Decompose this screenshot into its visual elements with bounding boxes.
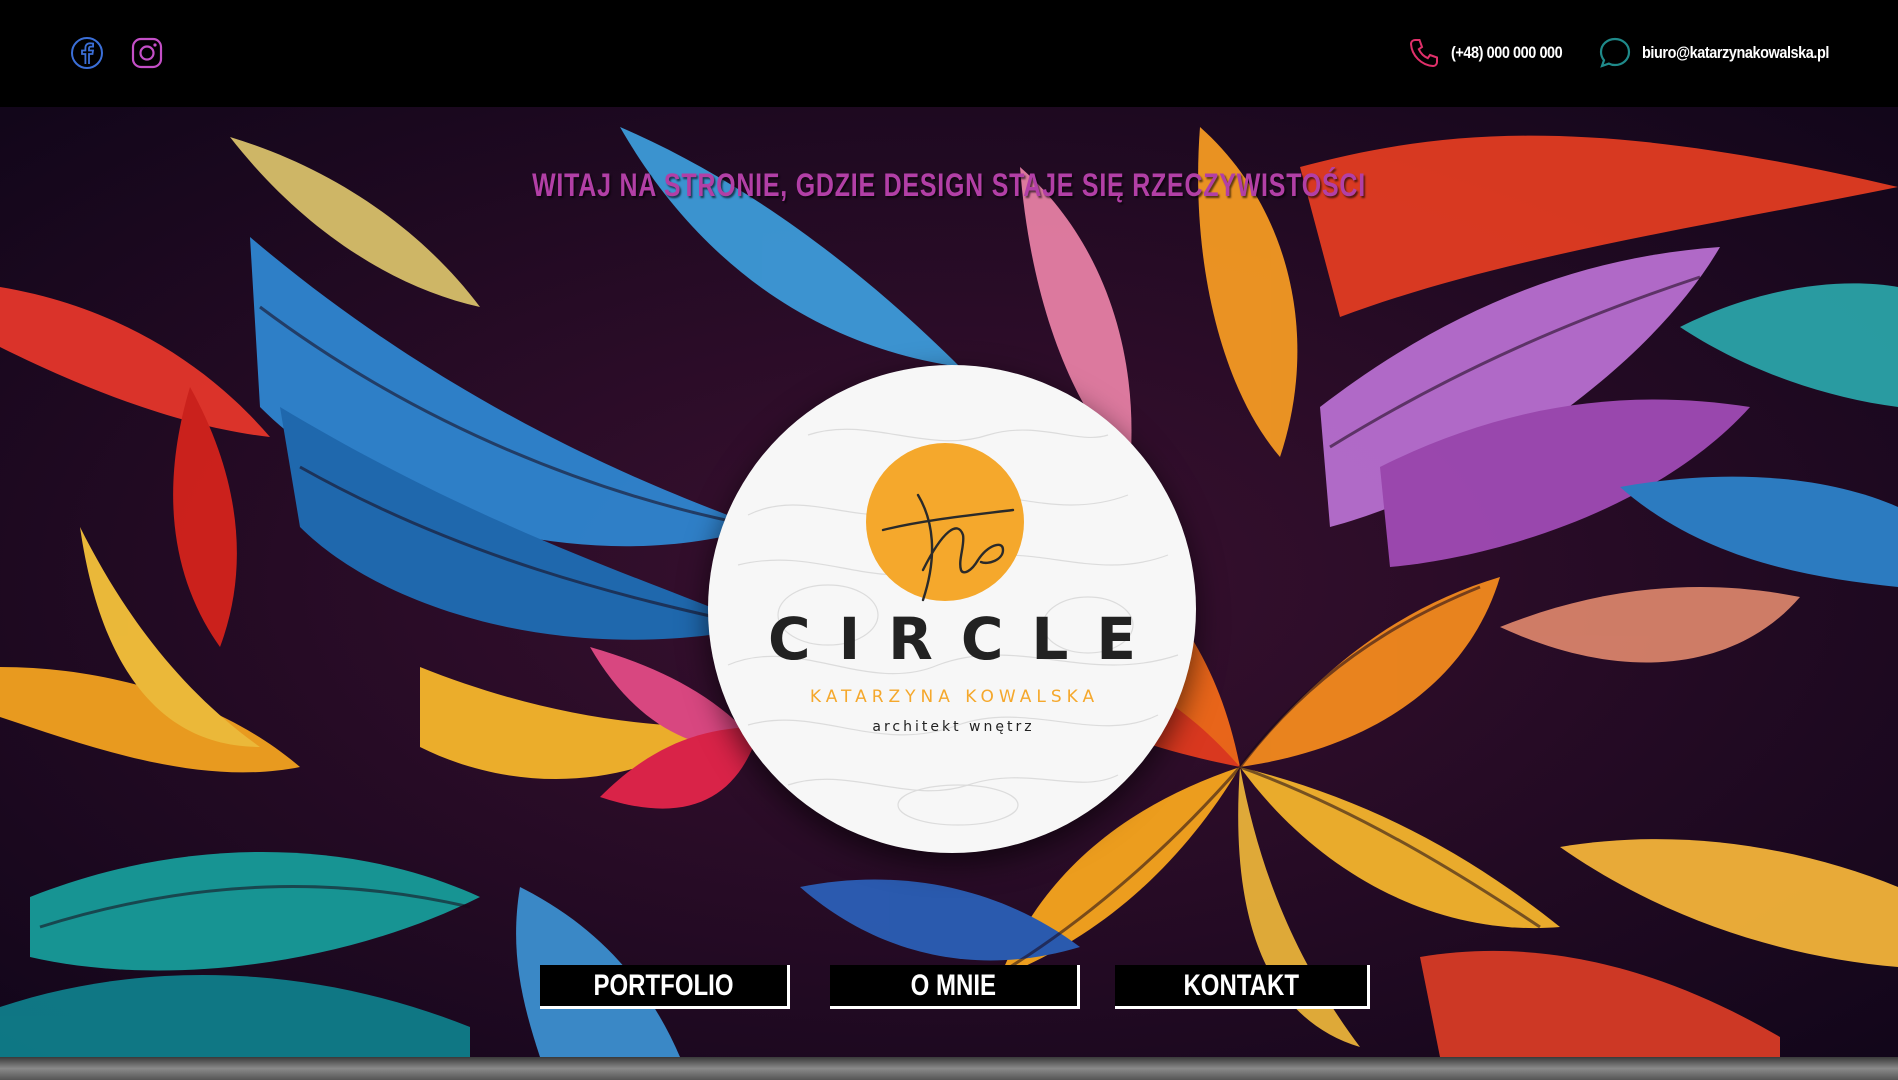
social-links	[70, 36, 164, 70]
hero-headline: WITAJ NA STRONIE, GDZIE DESIGN STAJE SIĘ…	[532, 167, 1366, 203]
email-address[interactable]: biuro@katarzynakowalska.pl	[1642, 43, 1829, 63]
nav-kontakt-label: KONTAKT	[1183, 968, 1299, 1002]
phone-icon[interactable]	[1407, 36, 1441, 70]
bottom-strip	[0, 1057, 1898, 1080]
brand-logo: the CIRCLE KATARZYNA KOWALSKA architekt …	[708, 365, 1196, 853]
facebook-link[interactable]	[70, 36, 104, 70]
nav-portfolio-label: PORTFOLIO	[593, 968, 734, 1002]
top-bar: (+48) 000 000 000 biuro@katarzynakowalsk…	[0, 0, 1898, 107]
nav-o-mnie-label: O MNIE	[910, 968, 997, 1002]
svg-text:the: the	[863, 460, 865, 461]
instagram-link[interactable]	[130, 36, 164, 70]
logo-title: CIRCLE	[768, 605, 1164, 673]
logo-script-the: the	[863, 460, 1015, 602]
hero-section: WITAJ NA STRONIE, GDZIE DESIGN STAJE SIĘ…	[0, 107, 1898, 1057]
nav-kontakt-button[interactable]: KONTAKT	[1115, 965, 1370, 1009]
facebook-icon[interactable]	[70, 36, 104, 70]
chat-icon[interactable]	[1598, 36, 1632, 70]
instagram-icon[interactable]	[130, 36, 164, 70]
nav-o-mnie-button[interactable]: O MNIE	[830, 965, 1080, 1009]
contact-info: (+48) 000 000 000 biuro@katarzynakowalsk…	[1407, 36, 1878, 70]
logo-role: architekt wnętrz	[872, 719, 1035, 735]
nav-portfolio-button[interactable]: PORTFOLIO	[540, 965, 790, 1009]
logo-name: KATARZYNA KOWALSKA	[809, 687, 1100, 707]
phone-number[interactable]: (+48) 000 000 000	[1451, 43, 1563, 63]
